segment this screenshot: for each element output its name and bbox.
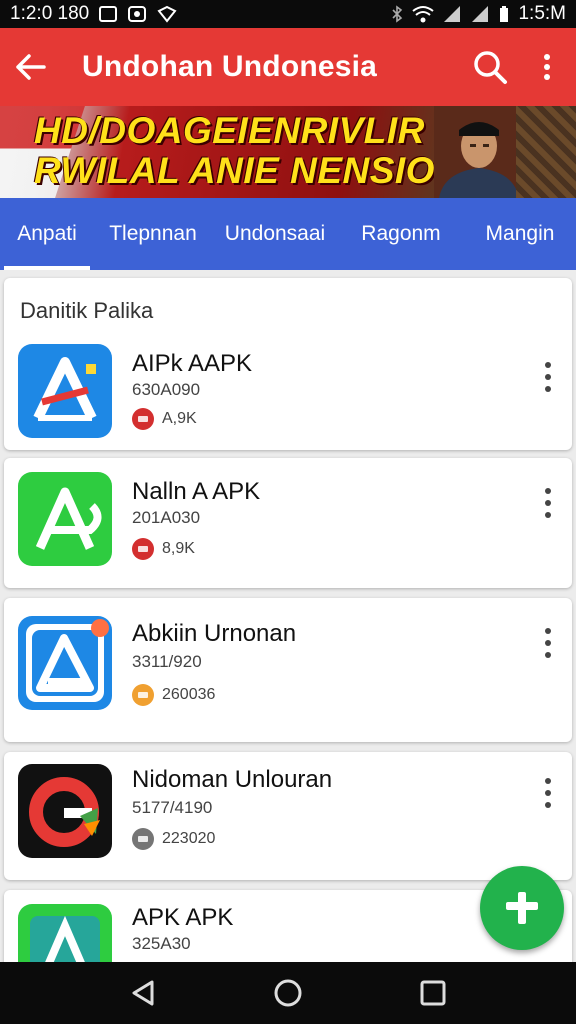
- more-vert-icon[interactable]: [542, 778, 554, 808]
- search-icon[interactable]: [472, 49, 508, 85]
- sync-notification-icon: [128, 6, 147, 22]
- app-icon-3: [18, 616, 112, 710]
- app-size: A,9K: [162, 410, 197, 427]
- category-tabs: Anpati Tlepnnan Undonsaai Ragonm Mangin: [0, 198, 576, 270]
- section-title: Danitik Palika: [20, 298, 154, 323]
- status-time-right: 1:5:M: [518, 3, 566, 24]
- flag-icon: [132, 408, 154, 430]
- more-vert-icon[interactable]: [542, 628, 554, 658]
- status-time-left: 1:2:0 180: [10, 3, 90, 24]
- page-title: Undohan Undonesia: [82, 50, 378, 83]
- app-meta: 223020: [132, 828, 215, 850]
- status-bar: 1:2:0 180 1:5:M: [0, 0, 576, 28]
- shield-notification-icon: [157, 5, 177, 23]
- app-version: 5177/4190: [132, 798, 213, 817]
- app-icon-4: [18, 764, 112, 858]
- more-vert-icon[interactable]: [542, 52, 552, 82]
- tab-tlepnnan[interactable]: Tlepnnan: [94, 198, 212, 270]
- app-bar: Undohan Undonesia: [0, 28, 576, 106]
- app-list: Danitik Palika AIPk AAPK 630A090 A,9K Na…: [0, 270, 576, 962]
- app-name: AIPk AAPK: [132, 350, 253, 377]
- app-version: 325A30: [132, 934, 191, 953]
- list-item[interactable]: Danitik Palika AIPk AAPK 630A090 A,9K: [4, 278, 572, 450]
- battery-icon: [500, 6, 509, 22]
- app-version: 630A090: [132, 380, 201, 399]
- nav-recents-icon[interactable]: [418, 978, 448, 1008]
- flag-icon: [132, 538, 154, 560]
- app-size: 223020: [162, 830, 216, 847]
- app-icon-2: [18, 472, 112, 566]
- app-icon-1: [18, 344, 112, 438]
- photo-notification-icon: [99, 6, 118, 22]
- tab-label: Anpati: [17, 222, 77, 245]
- tab-mangin[interactable]: Mangin: [464, 198, 576, 270]
- app-name: Nidoman Unlouran: [132, 766, 333, 793]
- tab-label: Tlepnnan: [109, 222, 197, 245]
- app-size: 260036: [162, 686, 216, 703]
- banner-line-2: RWILAL ANIE NENSIO?: [34, 150, 459, 191]
- app-size: 8,9K: [162, 540, 195, 557]
- signal-icon-2: [472, 6, 489, 22]
- nav-home-icon[interactable]: [273, 978, 303, 1008]
- tab-anpati[interactable]: Anpati: [0, 198, 94, 270]
- tab-label: Mangin: [485, 222, 555, 245]
- back-arrow-icon[interactable]: [14, 52, 48, 82]
- banner-ornament: [516, 106, 576, 198]
- app-name: APK APK: [132, 904, 234, 931]
- nav-back-icon[interactable]: [128, 978, 158, 1008]
- signal-icon-1: [444, 6, 461, 22]
- flag-icon: [132, 684, 154, 706]
- plus-icon: [506, 892, 538, 924]
- app-name: Abkiin Urnonan: [132, 620, 297, 647]
- system-nav-bar: [0, 962, 576, 1024]
- more-vert-icon[interactable]: [542, 362, 554, 392]
- flag-icon: [132, 828, 154, 850]
- wifi-icon: [412, 6, 435, 23]
- tab-undonsaai[interactable]: Undonsaai: [212, 198, 338, 270]
- tab-label: Undonsaai: [224, 222, 326, 245]
- app-version: 201A030: [132, 508, 201, 527]
- more-vert-icon[interactable]: [542, 488, 554, 518]
- app-icon-5: [18, 904, 112, 962]
- tab-label: Ragonm: [361, 222, 441, 245]
- list-item[interactable]: Abkiin Urnonan 3311/920 260036: [4, 598, 572, 742]
- app-meta: 260036: [132, 684, 215, 706]
- list-item[interactable]: Nidoman Unlouran 5177/4190 223020: [4, 752, 572, 880]
- promo-banner[interactable]: HD/DOAGEIENRIVLIR RWILAL ANIE NENSIO?: [0, 106, 576, 198]
- list-item[interactable]: Nalln A APK 201A030 8,9K: [4, 458, 572, 588]
- add-fab-button[interactable]: [480, 866, 564, 950]
- app-meta: 8,9K: [132, 538, 195, 560]
- app-meta: A,9K: [132, 408, 197, 430]
- app-name: Nalln A APK: [132, 478, 261, 505]
- bluetooth-icon: [392, 5, 403, 23]
- person-photo: [434, 106, 524, 198]
- tab-ragonm[interactable]: Ragonm: [338, 198, 464, 270]
- banner-line-1: HD/DOAGEIENRIVLIR: [34, 110, 425, 151]
- app-version: 3311/920: [132, 652, 202, 671]
